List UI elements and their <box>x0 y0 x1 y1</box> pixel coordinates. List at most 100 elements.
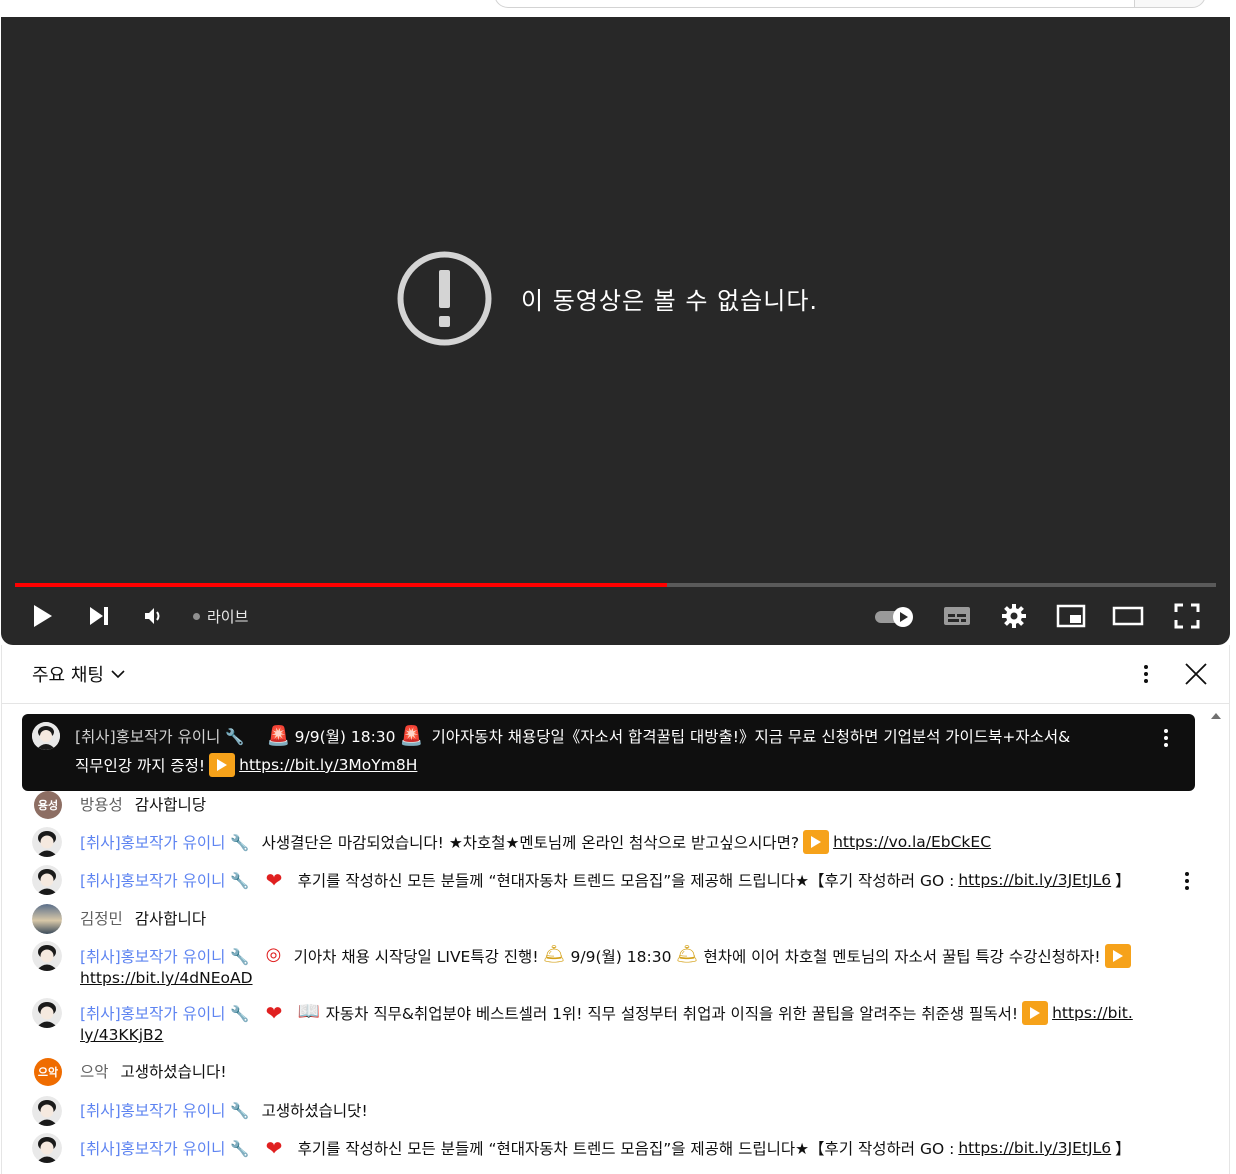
message-text: 고생하셨습니다! <box>120 1063 227 1081</box>
message-link[interactable]: https://bit.ly/4dNEoAD <box>80 969 253 987</box>
error-panel: 이 동영상은 볼 수 없습니다. <box>396 250 818 347</box>
more-vert-icon <box>1144 665 1148 683</box>
message-text-c: 현차에 이어 차호철 멘토님의 자소서 꿀팁 특강 수강신청하자! <box>703 948 1101 966</box>
error-message: 이 동영상은 볼 수 없습니다. <box>521 287 819 315</box>
pinned-link[interactable]: https://bit.ly/3MoYm8H <box>239 756 417 774</box>
avatar[interactable] <box>32 1133 62 1163</box>
progress-bar[interactable] <box>15 583 1216 587</box>
author-name[interactable]: [취사]홍보작가 유이니 🔧 <box>80 945 250 967</box>
chat-header: 주요 채팅 <box>2 645 1229 704</box>
author-name[interactable]: [취사]홍보작가 유이니 🔧 <box>80 1099 250 1121</box>
avatar[interactable] <box>32 941 62 971</box>
chevron-down-icon <box>111 670 125 679</box>
autoplay-toggle-icon <box>875 607 913 627</box>
pinned-message[interactable]: [취사]홍보작가 유이니 🔧 🚨 9/9(월) 18:30 🚨 기아자동차 채용… <box>22 714 1195 791</box>
message-text: 고생하셨습니닷! <box>261 1102 368 1120</box>
search-input[interactable] <box>494 0 1134 8</box>
search-button[interactable] <box>1134 0 1206 8</box>
avatar[interactable] <box>32 827 62 857</box>
pinned-author[interactable]: [취사]홍보작가 유이니 🔧 <box>75 725 245 747</box>
chat-mode-dropdown[interactable]: 주요 채팅 <box>32 661 126 687</box>
avatar[interactable] <box>32 865 62 895</box>
wrench-icon: 🔧 <box>230 948 250 966</box>
alert-circle-icon <box>397 251 492 346</box>
author-name[interactable]: [취사]홍보작가 유이니 🔧 <box>80 869 250 891</box>
bell-emoji: 🛎 <box>675 944 699 965</box>
pinned-text-body: 기아자동차 채용당일《자소서 합격꿀팁 대방출!》지금 무료 신청하면 기업분석… <box>431 728 1071 746</box>
message-text: 감사합니당 <box>134 796 207 814</box>
avatar[interactable] <box>32 904 62 934</box>
author-name[interactable]: 방용성 <box>80 793 123 815</box>
theater-mode-button[interactable] <box>1111 598 1145 634</box>
message-link[interactable]: https://bit.ly/3JEtJL6 <box>958 1139 1111 1157</box>
message-link[interactable]: https://bit. <box>1052 1004 1133 1022</box>
scroll-up-arrow[interactable] <box>1210 711 1222 721</box>
message-suffix: 】 <box>1115 1140 1131 1158</box>
book-emoji: 📖 <box>297 1001 321 1022</box>
bell-emoji: 🛎 <box>542 944 566 965</box>
message-text: 후기를 작성하신 모든 분들께 “현대자동차 트렌드 모음집”을 제공해 드립니… <box>297 872 955 890</box>
play-button[interactable] <box>29 598 57 634</box>
avatar[interactable]: 용성 <box>34 791 62 819</box>
next-icon <box>90 607 108 625</box>
chat-more-button[interactable] <box>1134 661 1158 687</box>
wrench-icon: 🔧 <box>230 1005 250 1023</box>
wrench-icon: 🔧 <box>230 872 250 890</box>
message-text: 감사합니다 <box>134 910 207 928</box>
wrench-icon: 🔧 <box>230 834 250 852</box>
target-emoji: ◎ <box>265 944 282 965</box>
siren-emoji: 🚨 <box>266 725 291 747</box>
author-name[interactable]: [취사]홍보작가 유이니 🔧 <box>80 831 250 853</box>
pinned-more-button[interactable] <box>1157 726 1175 750</box>
siren-emoji: 🚨 <box>399 725 424 747</box>
message-link[interactable]: https://bit.ly/3JEtJL6 <box>958 871 1111 889</box>
play-button-emoji <box>209 753 236 777</box>
miniplayer-button[interactable] <box>1055 598 1087 634</box>
settings-button[interactable] <box>998 598 1030 634</box>
wrench-icon: 🔧 <box>225 728 245 746</box>
live-label: 라이브 <box>207 607 249 626</box>
message-more-button[interactable] <box>1178 869 1196 893</box>
message-link[interactable]: https://vo.la/EbCkEC <box>833 833 991 851</box>
author-name[interactable]: [취사]홍보작가 유이니 🔧 <box>80 1137 250 1159</box>
masthead-strip <box>0 0 1236 17</box>
play-icon <box>34 605 52 627</box>
avatar[interactable]: 으악 <box>34 1058 62 1086</box>
author-name[interactable]: 김정민 <box>80 907 123 929</box>
author-name[interactable]: 으악 <box>80 1060 109 1082</box>
live-chat-panel: 주요 채팅 [취사]홍보작가 유이니 🔧 🚨 9/9(월) 18:30 🚨 기아… <box>1 645 1230 1174</box>
heart-emoji: ❤ <box>265 868 283 892</box>
avatar[interactable] <box>32 722 60 750</box>
miniplayer-icon <box>1056 604 1086 628</box>
fullscreen-icon <box>1174 603 1200 629</box>
close-icon[interactable] <box>1182 660 1210 688</box>
wrench-icon: 🔧 <box>230 1102 250 1120</box>
fullscreen-button[interactable] <box>1171 598 1203 634</box>
next-button[interactable] <box>85 598 113 634</box>
message-text: 사생결단은 마감되었습니다! ★차호철★멘토님께 온라인 첨삭으로 받고싶으시다… <box>261 834 800 852</box>
theater-mode-icon <box>1112 606 1144 626</box>
chat-title: 주요 채팅 <box>32 665 104 686</box>
message-text: 자동차 직무&취업분야 베스트셀러 1위! 직무 설정부터 취업과 이직을 위한… <box>325 1005 1019 1023</box>
message-text-a: 기아차 채용 시작당일 LIVE특강 진행! <box>293 948 539 966</box>
message-suffix: 】 <box>1115 872 1131 890</box>
live-indicator[interactable]: 라이브 <box>193 604 248 628</box>
live-dot <box>193 612 200 620</box>
message-text-b: 9/9(월) 18:30 <box>570 948 672 966</box>
message-link-cont[interactable]: ly/43KKjB2 <box>80 1026 164 1044</box>
avatar[interactable] <box>32 1096 62 1126</box>
mute-button[interactable] <box>139 598 167 634</box>
video-player[interactable]: 이 동영상은 볼 수 없습니다. 라이브 <box>1 17 1230 645</box>
volume-icon <box>145 608 160 624</box>
subtitles-icon <box>944 607 970 625</box>
pinned-text-cont: 직무인강 까지 증정! <box>75 757 206 775</box>
author-name[interactable]: [취사]홍보작가 유이니 🔧 <box>80 1002 250 1024</box>
avatar[interactable] <box>32 998 62 1028</box>
autoplay-toggle[interactable] <box>873 598 917 634</box>
more-vert-icon <box>1164 729 1168 747</box>
settings-gear-icon <box>1002 604 1026 628</box>
play-button-emoji <box>1022 1001 1049 1025</box>
wrench-icon: 🔧 <box>230 1140 250 1158</box>
pinned-text-date: 9/9(월) 18:30 <box>294 728 396 746</box>
subtitles-button[interactable] <box>941 598 973 634</box>
